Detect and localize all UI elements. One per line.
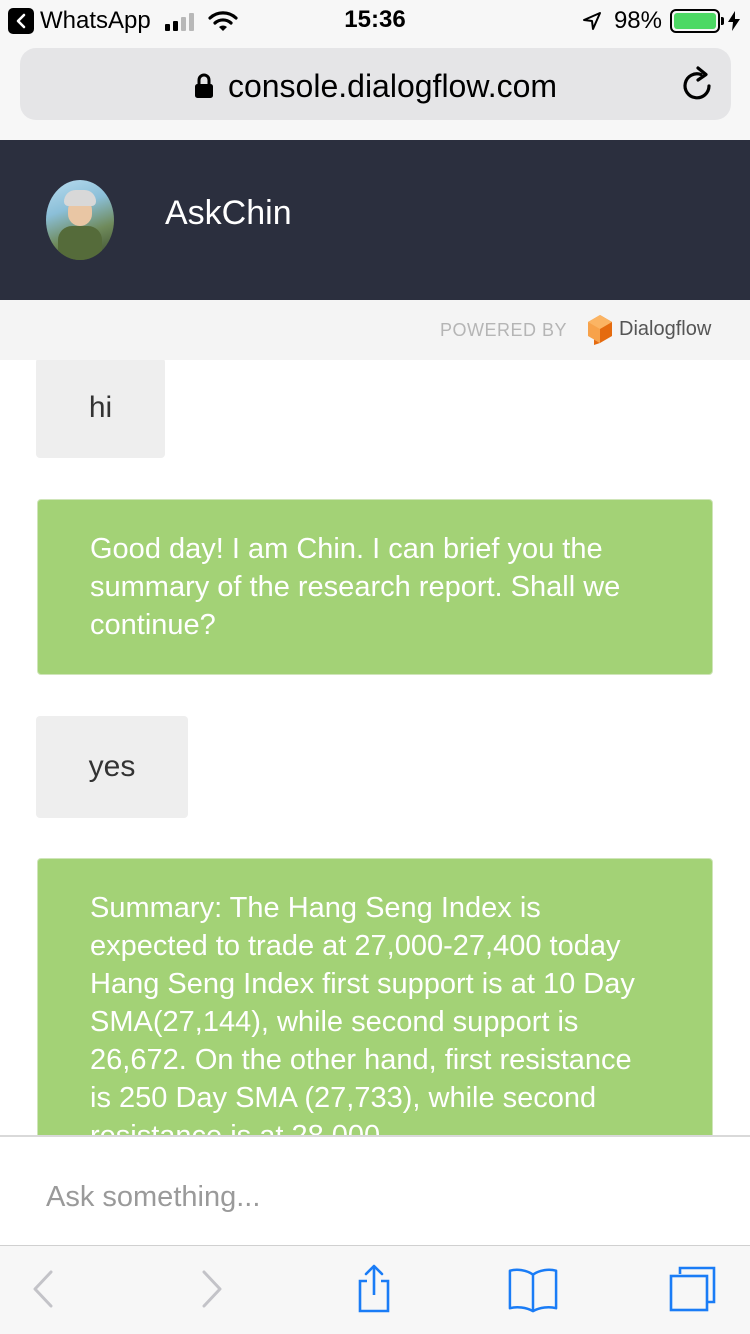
agent-name: AskChin [165,194,292,232]
status-right: 98% [582,6,740,36]
share-icon[interactable] [349,1264,399,1314]
bot-message: Good day! I am Chin. I can brief you the… [37,499,713,675]
address-url: console.dialogflow.com [227,68,558,104]
user-message: hi [36,360,165,458]
status-bar: WhatsApp 15:36 98% [0,0,750,40]
back-icon[interactable] [18,1264,68,1314]
browser-toolbar [0,1245,750,1334]
powered-by-label: POWERED BY [439,320,567,340]
ask-input[interactable] [46,1177,706,1217]
dialogflow-brand[interactable]: Dialogflow [619,318,711,341]
address-bar[interactable]: console.dialogflow.com [20,48,731,120]
bot-message: Summary: The Hang Seng Index is expected… [37,858,713,1135]
message-list[interactable]: hi Good day! I am Chin. I can brief you … [0,360,750,1135]
address-text-wrap: console.dialogflow.com [20,68,731,105]
battery-icon [670,9,724,33]
powered-by-bar: POWERED BY Dialogflow [0,300,750,360]
battery-percent: 98% [613,7,662,34]
lock-icon [194,73,213,98]
browser-address-area: console.dialogflow.com [0,40,750,140]
user-message: yes [36,716,188,818]
bookmarks-icon[interactable] [508,1264,558,1314]
location-arrow-icon [582,12,601,30]
message-input-area [0,1135,750,1245]
tabs-icon[interactable] [668,1264,718,1314]
dialogflow-logo-icon[interactable] [587,314,613,346]
charging-bolt-icon [728,11,740,31]
reload-icon[interactable] [681,66,715,102]
agent-avatar [46,180,114,260]
forward-icon[interactable] [187,1264,237,1314]
chat-header: AskChin [0,140,750,300]
